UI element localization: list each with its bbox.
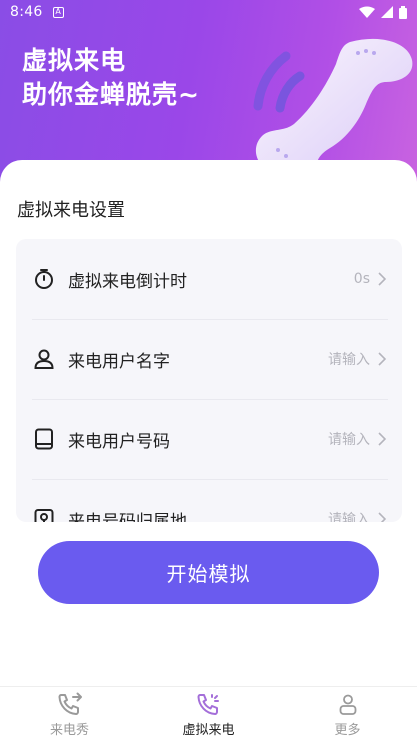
status-time: 8:46 (10, 4, 43, 20)
row-number-location[interactable]: 来电号码归属地 请输入 (16, 479, 402, 522)
row-label: 虚拟来电倒计时 (68, 271, 187, 292)
phone-device-icon (32, 427, 56, 451)
chevron-right-icon (378, 272, 388, 286)
row-value: 请输入 (328, 512, 370, 522)
row-caller-name[interactable]: 来电用户名字 请输入 (16, 319, 402, 399)
wifi-icon (359, 6, 375, 18)
row-value: 请输入 (328, 432, 370, 448)
user-icon (32, 347, 56, 371)
telephone-handset-illustration (253, 38, 413, 180)
phone-sparkle-icon (197, 693, 219, 715)
hero-line-2: 助你金蝉脱壳~ (22, 80, 200, 109)
notification-badge: A (52, 6, 64, 18)
phone-call-icon (58, 692, 82, 715)
settings-title: 虚拟来电设置 (17, 200, 125, 221)
row-countdown[interactable]: 虚拟来电倒计时 0s (16, 239, 402, 319)
bottom-tab-bar: 来电秀 虚拟来电 更多 (0, 686, 417, 742)
chevron-right-icon (378, 352, 388, 366)
chevron-right-icon (378, 512, 388, 522)
tab-call-show[interactable]: 来电秀 (0, 687, 139, 742)
tab-more[interactable]: 更多 (278, 687, 417, 742)
hero-line-1: 虚拟来电 (22, 46, 127, 75)
row-label: 来电用户名字 (68, 351, 170, 372)
hero-headline: 虚拟来电 助你金蝉脱壳~ (22, 44, 200, 112)
start-simulation-button[interactable]: 开始模拟 (38, 541, 379, 604)
row-value: 请输入 (328, 352, 370, 368)
row-label: 来电用户号码 (68, 431, 170, 452)
tab-label: 虚拟来电 (182, 722, 235, 738)
status-icons (359, 5, 407, 19)
signal-icon (381, 6, 393, 18)
settings-card: 虚拟来电设置 虚拟来电倒计时 0s 来电用户名字 请输入 来电用户号码 请输入 … (0, 160, 417, 686)
location-icon (32, 507, 56, 522)
row-label: 来电号码归属地 (68, 511, 187, 523)
row-caller-number[interactable]: 来电用户号码 请输入 (16, 399, 402, 479)
tab-label: 更多 (334, 722, 361, 738)
row-value: 0s (353, 271, 370, 287)
chevron-right-icon (378, 432, 388, 446)
tab-virtual-call[interactable]: 虚拟来电 (139, 687, 278, 742)
tab-label: 来电秀 (49, 722, 89, 738)
more-person-icon (339, 694, 356, 715)
timer-icon (32, 267, 56, 291)
battery-icon (399, 5, 407, 19)
settings-list: 虚拟来电倒计时 0s 来电用户名字 请输入 来电用户号码 请输入 来电号码归属地… (16, 239, 402, 522)
